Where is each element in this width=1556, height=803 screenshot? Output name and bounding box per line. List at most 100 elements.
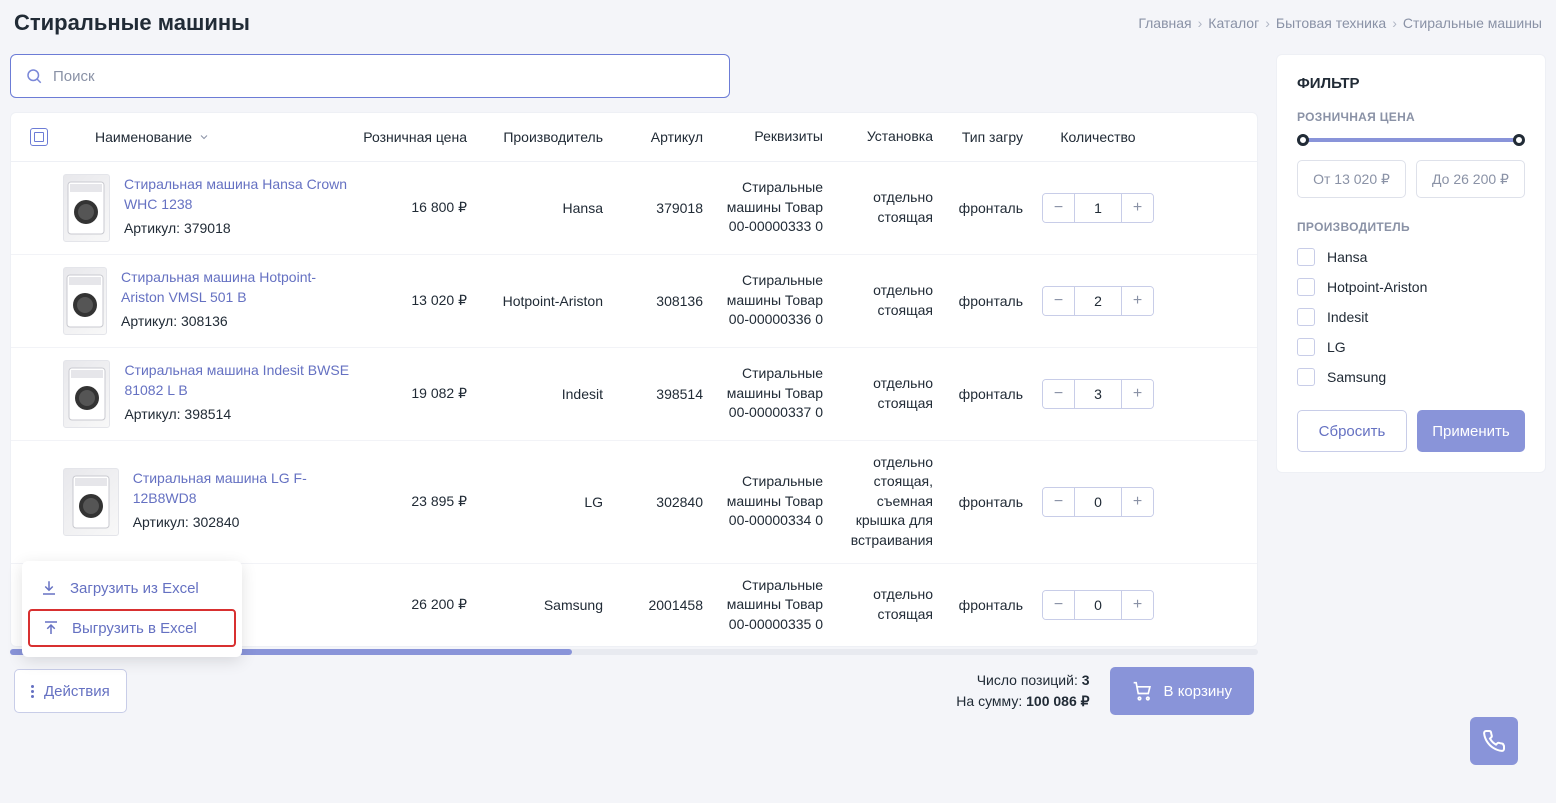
checkbox-icon bbox=[1297, 368, 1315, 386]
quantity-stepper[interactable]: −2+ bbox=[1042, 286, 1154, 316]
column-header-name[interactable]: Наименование bbox=[53, 129, 353, 145]
cell-installation: отдельно стоящая, съемная крышка для вст… bbox=[833, 453, 943, 551]
cell-price: 26 200 ₽ bbox=[353, 596, 483, 613]
product-image bbox=[63, 468, 119, 536]
checkbox-label: Hansa bbox=[1327, 249, 1367, 265]
product-name[interactable]: Стиральная машина LG F-12B8WD8 bbox=[133, 468, 353, 509]
qty-minus-button[interactable]: − bbox=[1043, 380, 1075, 408]
add-to-cart-button[interactable]: В корзину bbox=[1110, 667, 1254, 715]
checkbox-label: Hotpoint-Ariston bbox=[1327, 279, 1427, 295]
expand-all-icon[interactable] bbox=[30, 128, 48, 146]
cell-article: 379018 bbox=[613, 200, 713, 216]
cell-article: 308136 bbox=[613, 293, 713, 309]
product-image bbox=[63, 360, 110, 428]
price-slider[interactable] bbox=[1301, 138, 1521, 142]
table-row: Стиральная машина LG F-12B8WD8 Артикул: 3… bbox=[11, 441, 1257, 564]
qty-minus-button[interactable]: − bbox=[1043, 287, 1075, 315]
breadcrumb: Главная › Каталог › Бытовая техника › Ст… bbox=[1138, 15, 1542, 31]
cell-manufacturer: LG bbox=[483, 494, 613, 510]
qty-plus-button[interactable]: + bbox=[1121, 380, 1153, 408]
qty-value: 0 bbox=[1075, 591, 1121, 619]
checkbox-icon bbox=[1297, 308, 1315, 326]
phone-fab[interactable] bbox=[1470, 717, 1518, 765]
quantity-stepper[interactable]: −0+ bbox=[1042, 487, 1154, 517]
checkbox-icon bbox=[1297, 338, 1315, 356]
quantity-stepper[interactable]: −0+ bbox=[1042, 590, 1154, 620]
breadcrumb-item[interactable]: Стиральные машины bbox=[1403, 15, 1542, 31]
qty-minus-button[interactable]: − bbox=[1043, 591, 1075, 619]
breadcrumb-item[interactable]: Бытовая техника bbox=[1276, 15, 1386, 31]
cell-installation: отдельно стоящая bbox=[833, 188, 943, 227]
product-name[interactable]: Стиральная машина Hotpoint-Ariston VMSL … bbox=[121, 267, 353, 308]
cell-manufacturer: Hansa bbox=[483, 200, 613, 216]
cell-load: фронталь bbox=[943, 494, 1033, 510]
search-box[interactable] bbox=[10, 54, 730, 98]
product-article-label: Артикул: 308136 bbox=[121, 311, 353, 331]
qty-plus-button[interactable]: + bbox=[1121, 287, 1153, 315]
filter-checkbox[interactable]: Samsung bbox=[1297, 368, 1525, 386]
qty-plus-button[interactable]: + bbox=[1121, 488, 1153, 516]
filter-checkbox[interactable]: Hotpoint-Ariston bbox=[1297, 278, 1525, 296]
product-article-label: Артикул: 302840 bbox=[133, 512, 353, 532]
phone-icon bbox=[1482, 729, 1506, 753]
price-to-input[interactable]: До 26 200 ₽ bbox=[1416, 160, 1525, 198]
column-header-load[interactable]: Тип загру bbox=[943, 129, 1033, 145]
checkbox-icon bbox=[1297, 248, 1315, 266]
cell-manufacturer: Samsung bbox=[483, 597, 613, 613]
filter-checkbox[interactable]: Hansa bbox=[1297, 248, 1525, 266]
filter-title: ФИЛЬТР bbox=[1297, 75, 1525, 92]
cell-load: фронталь bbox=[943, 200, 1033, 216]
qty-minus-button[interactable]: − bbox=[1043, 488, 1075, 516]
column-header-price[interactable]: Розничная цена bbox=[353, 129, 483, 145]
slider-handle-max[interactable] bbox=[1513, 134, 1525, 146]
checkbox-label: Samsung bbox=[1327, 369, 1386, 385]
slider-handle-min[interactable] bbox=[1297, 134, 1309, 146]
qty-plus-button[interactable]: + bbox=[1121, 194, 1153, 222]
column-header-article[interactable]: Артикул bbox=[613, 129, 713, 145]
filter-reset-button[interactable]: Сбросить bbox=[1297, 410, 1407, 452]
cell-requisites: Стиральные машины Товар 00-00000336 0 bbox=[713, 271, 833, 330]
qty-plus-button[interactable]: + bbox=[1121, 591, 1153, 619]
cell-manufacturer: Hotpoint-Ariston bbox=[483, 293, 613, 309]
cell-price: 19 082 ₽ bbox=[353, 385, 483, 402]
filter-price-label: РОЗНИЧНАЯ ЦЕНА bbox=[1297, 110, 1525, 124]
actions-button[interactable]: Действия bbox=[14, 669, 127, 713]
filter-apply-button[interactable]: Применить bbox=[1417, 410, 1525, 452]
cell-load: фронталь bbox=[943, 386, 1033, 402]
filter-manufacturer-label: ПРОИЗВОДИТЕЛЬ bbox=[1297, 220, 1525, 234]
checkbox-label: LG bbox=[1327, 339, 1346, 355]
column-header-manufacturer[interactable]: Производитель bbox=[483, 129, 613, 145]
cell-price: 16 800 ₽ bbox=[353, 199, 483, 216]
product-name[interactable]: Стиральная машина Indesit BWSE 81082 L B bbox=[124, 360, 353, 401]
upload-icon bbox=[42, 619, 60, 637]
search-input[interactable] bbox=[53, 68, 715, 85]
product-name[interactable]: Стиральная машина Hansa Crown WHC 1238 bbox=[124, 174, 353, 215]
cell-load: фронталь bbox=[943, 597, 1033, 613]
qty-value: 2 bbox=[1075, 287, 1121, 315]
column-header-requisites[interactable]: Реквизиты bbox=[713, 127, 833, 147]
qty-value: 0 bbox=[1075, 488, 1121, 516]
export-excel-item[interactable]: Выгрузить в Excel bbox=[28, 609, 236, 647]
filter-checkbox[interactable]: Indesit bbox=[1297, 308, 1525, 326]
load-excel-item[interactable]: Загрузить из Excel bbox=[22, 569, 242, 607]
dots-icon bbox=[31, 685, 34, 698]
filter-checkbox[interactable]: LG bbox=[1297, 338, 1525, 356]
cell-article: 302840 bbox=[613, 494, 713, 510]
breadcrumb-item[interactable]: Главная bbox=[1138, 15, 1191, 31]
column-header-installation[interactable]: Установка bbox=[833, 127, 943, 147]
breadcrumb-item[interactable]: Каталог bbox=[1208, 15, 1259, 31]
qty-value: 1 bbox=[1075, 194, 1121, 222]
quantity-stepper[interactable]: −1+ bbox=[1042, 193, 1154, 223]
chevron-right-icon: › bbox=[1392, 15, 1397, 31]
qty-minus-button[interactable]: − bbox=[1043, 194, 1075, 222]
search-icon bbox=[25, 67, 43, 85]
product-article-label: Артикул: 398514 bbox=[124, 404, 353, 424]
actions-popup: Загрузить из Excel Выгрузить в Excel bbox=[22, 561, 242, 657]
checkbox-label: Indesit bbox=[1327, 309, 1368, 325]
quantity-stepper[interactable]: −3+ bbox=[1042, 379, 1154, 409]
cell-article: 398514 bbox=[613, 386, 713, 402]
product-image bbox=[63, 174, 110, 242]
price-from-input[interactable]: От 13 020 ₽ bbox=[1297, 160, 1406, 198]
column-header-quantity[interactable]: Количество bbox=[1033, 129, 1163, 145]
cell-installation: отдельно стоящая bbox=[833, 374, 943, 413]
